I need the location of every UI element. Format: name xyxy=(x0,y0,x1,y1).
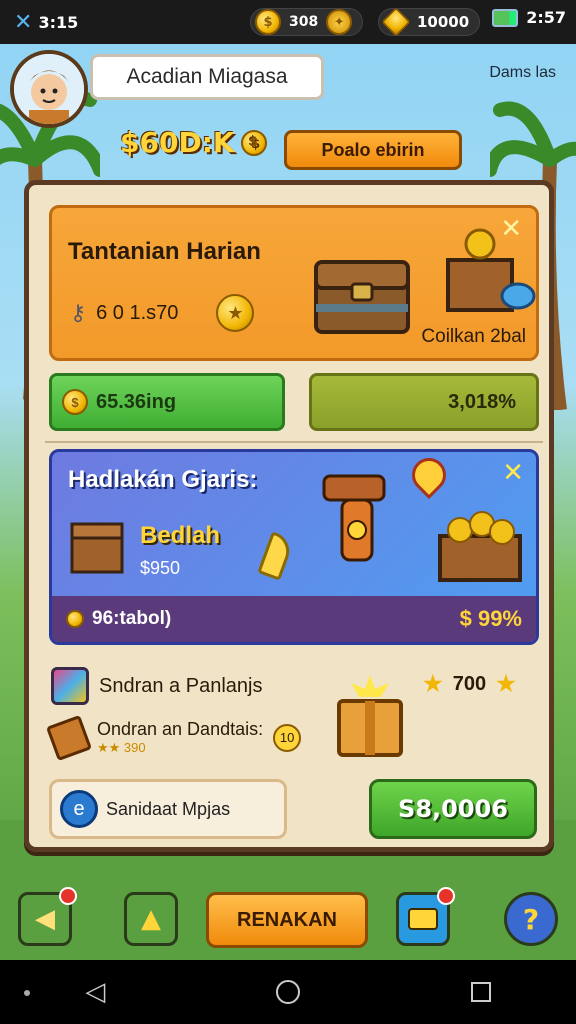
notification-dot xyxy=(437,887,455,905)
header-button[interactable]: Poalo ebirin xyxy=(284,130,462,170)
swirl-icon: e xyxy=(60,790,98,828)
colorful-tile-icon xyxy=(51,667,89,705)
olive-bar-value: 3,018% xyxy=(448,390,516,413)
chat-icon xyxy=(408,908,438,930)
back-icon[interactable]: ◁ xyxy=(85,977,105,1007)
system-nav-bar: ◁ xyxy=(0,960,576,1024)
green-progress-bar[interactable]: $ 65.36ing xyxy=(49,373,285,431)
horn-icon xyxy=(257,531,295,581)
daily-progress: ⚷ 6 0 1.s70 ★ xyxy=(70,294,255,332)
main-panel: Tantanian Harian ✕ ⚷ 6 0 1.s70 ★ Coilkan… xyxy=(24,180,554,852)
close-icon[interactable]: ✕ xyxy=(502,458,524,488)
chat-button[interactable] xyxy=(396,887,455,946)
coin-icon: ✦ xyxy=(326,9,353,35)
search-field-label: Sanidaat Mpjas xyxy=(106,798,231,819)
reward-box-icon xyxy=(446,228,536,312)
offer-footer-right-text: $ 99% xyxy=(459,606,522,631)
offer-card-title: Hadlakán Gjaris: xyxy=(68,466,258,493)
battery-icon xyxy=(492,8,519,27)
offer-footer: 96:tabol) $ 99% xyxy=(52,596,536,642)
hammer-icon xyxy=(45,714,93,761)
status-time: 2:57 xyxy=(526,8,566,27)
bird-icon: ▲ xyxy=(141,904,161,934)
gem-counter[interactable]: 10000 xyxy=(378,7,481,37)
main-action-button[interactable]: RENAKAN xyxy=(206,892,368,948)
main-currency: $60D:K $ xyxy=(120,126,267,159)
coin-icon: $ xyxy=(240,129,267,156)
help-button[interactable]: ? xyxy=(504,892,558,946)
bottom-action-bar: ◀ ▲ RENAKAN ? xyxy=(0,880,576,960)
bird-button[interactable]: ▲ xyxy=(124,892,178,946)
main-currency-value: $60D:K xyxy=(120,126,235,159)
chest-icon xyxy=(314,260,410,334)
lower-row-2-text: Ondran an Dandtais: ★★ 390 xyxy=(97,719,263,756)
home-icon[interactable] xyxy=(275,980,300,1004)
daily-card-title: Tantanian Harian xyxy=(68,238,261,265)
search-field[interactable]: e Sanidaat Mpjas xyxy=(49,779,287,839)
top-right-label[interactable]: Dams las xyxy=(489,64,556,82)
lower-row-1[interactable]: Sndran a Panlanjs xyxy=(51,667,262,705)
coin-icon xyxy=(66,610,84,628)
help-icon: ? xyxy=(522,902,540,936)
lower-row-2[interactable]: Ondran an Dandtais: ★★ 390 10 xyxy=(45,714,302,761)
avatar-face-icon xyxy=(14,54,84,124)
megaphone-icon: ◀ xyxy=(35,904,55,934)
notification-dot xyxy=(59,887,77,905)
gem-counter-value: 10000 xyxy=(417,13,470,31)
key-icon: ⚷ xyxy=(70,300,87,326)
star-icon: ★ xyxy=(423,671,443,696)
main-action-label: RENAKAN xyxy=(237,908,337,931)
recents-icon[interactable] xyxy=(470,982,491,1002)
daily-reward-label: Coilkan 2bal xyxy=(421,326,526,347)
confirm-button-label: S8,0006 xyxy=(398,795,508,823)
crate-icon xyxy=(70,522,124,574)
gem-icon xyxy=(381,7,411,37)
offer-item-price: $950 xyxy=(140,558,181,578)
coin-icon: $ xyxy=(62,389,88,415)
lower-row-2-label: Ondran an Dandtais: xyxy=(97,719,264,739)
lower-row-2-stars: ★★ 390 xyxy=(97,740,146,755)
treasure-icon xyxy=(438,511,522,582)
lower-row-1-value-text: 700 xyxy=(452,672,487,695)
status-left-value: 3:15 xyxy=(38,12,79,32)
coin-counter[interactable]: $ 308 ✦ xyxy=(250,8,364,36)
nav-indicator-dot xyxy=(24,990,30,996)
divider xyxy=(45,441,543,443)
star-coin-icon: ★ xyxy=(216,294,255,332)
lower-row-1-value: ★ 700 ★ xyxy=(423,671,516,697)
offer-footer-left: 96:tabol) xyxy=(66,608,171,630)
coin-counter-value: 308 xyxy=(289,14,319,30)
x-icon: ✕ xyxy=(14,9,33,35)
lower-row-2-stars-value: 390 xyxy=(123,740,146,755)
player-name-plate: Acadian Miagasa xyxy=(90,54,324,100)
lantern-icon xyxy=(322,474,386,562)
olive-percent-bar[interactable]: 3,018% xyxy=(309,373,539,431)
player-name: Acadian Miagasa xyxy=(126,65,288,88)
status-bar: ✕ 3:15 $ 308 ✦ 10000 2:57 xyxy=(0,0,576,44)
offer-item-name: Bedlah xyxy=(140,522,221,549)
lower-row-1-label: Sndran a Panlanjs xyxy=(99,674,263,697)
lower-row-2-badge: 10 xyxy=(273,723,302,752)
daily-progress-text: 6 0 1.s70 xyxy=(96,301,179,324)
confirm-button[interactable]: S8,0006 xyxy=(369,779,537,839)
green-bar-value: 65.36ing xyxy=(96,390,177,413)
special-offer-card[interactable]: Hadlakán Gjaris: ✕ Bedlah $950 96:tabol)… xyxy=(49,449,539,645)
gift-icon xyxy=(337,675,403,757)
avatar[interactable] xyxy=(10,50,88,128)
daily-mission-card[interactable]: Tantanian Harian ✕ ⚷ 6 0 1.s70 ★ Coilkan… xyxy=(49,205,539,361)
header-button-label: Poalo ebirin xyxy=(321,139,425,160)
megaphone-button[interactable]: ◀ xyxy=(18,887,77,946)
star-icon: ★ xyxy=(496,671,516,696)
offer-footer-left-text: 96:tabol) xyxy=(92,608,172,629)
coin-icon: $ xyxy=(255,9,281,35)
